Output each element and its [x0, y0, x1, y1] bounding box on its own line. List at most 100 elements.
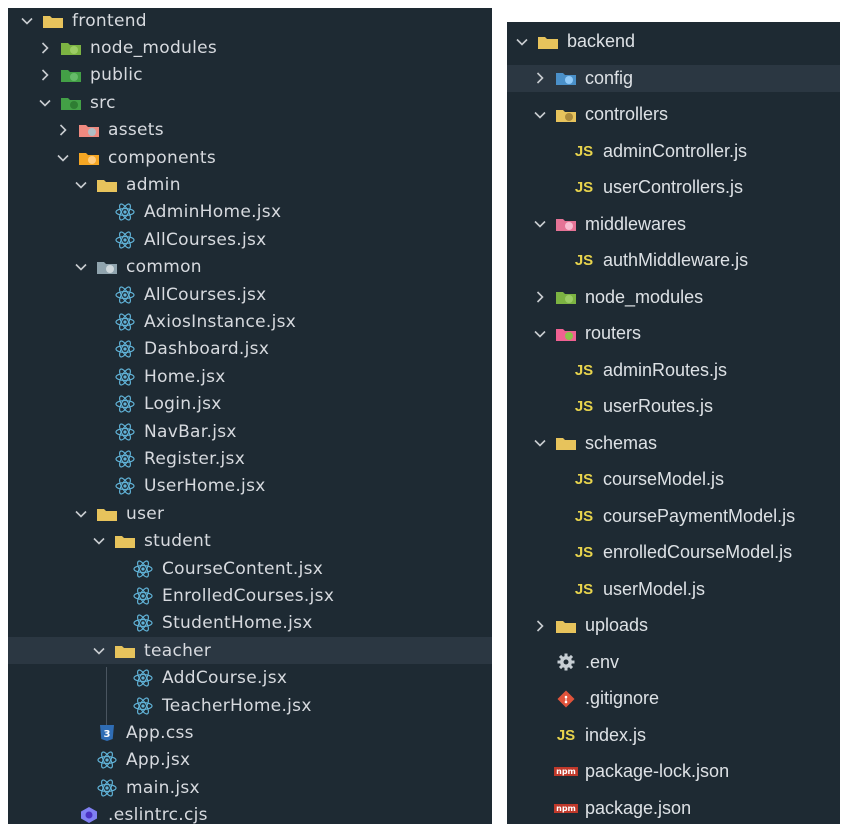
chevron-right-icon[interactable] [36, 39, 54, 57]
chevron-right-icon[interactable] [54, 121, 72, 139]
file-row[interactable]: main.jsx [8, 774, 492, 801]
file-row[interactable]: Register.jsx [8, 445, 492, 472]
folder-label: src [90, 92, 116, 113]
chevron-down-icon[interactable] [72, 258, 90, 276]
folder-label: controllers [585, 104, 669, 124]
file-row[interactable]: CourseContent.jsx [8, 555, 492, 582]
file-row[interactable]: UserHome.jsx [8, 473, 492, 500]
file-row[interactable]: JS index.js [507, 722, 840, 749]
folder-row[interactable]: routers [507, 320, 840, 347]
folder-src-icon [60, 94, 82, 112]
folder-label: student [144, 531, 212, 552]
chevron-right-icon[interactable] [531, 69, 549, 87]
chevron-down-icon[interactable] [72, 505, 90, 523]
folder-row[interactable]: schemas [507, 430, 840, 457]
folder-row[interactable]: backend [507, 28, 840, 55]
file-row[interactable]: .env [507, 649, 840, 676]
chevron-down-icon[interactable] [531, 325, 549, 343]
folder-label: middlewares [585, 213, 687, 234]
js-icon: JS [574, 398, 594, 415]
folder-routers-icon [555, 325, 577, 343]
folder-row[interactable]: src [8, 89, 492, 116]
file-row[interactable]: StudentHome.jsx [8, 610, 492, 637]
js-icon: JS [574, 361, 594, 379]
file-row[interactable]: JS userModel.js [507, 576, 840, 603]
file-row[interactable]: JS coursePaymentModel.js [507, 503, 840, 530]
chevron-down-icon[interactable] [90, 642, 108, 660]
chevron-down-icon[interactable] [531, 434, 549, 452]
folder-controllers-icon [555, 106, 577, 124]
folder-row[interactable]: teacher [8, 637, 492, 665]
folder-row[interactable]: user [8, 500, 492, 527]
git-icon [555, 690, 577, 708]
folder-row[interactable]: admin [8, 171, 492, 198]
chevron-right-icon[interactable] [531, 617, 549, 635]
folder-row[interactable]: uploads [507, 612, 840, 639]
file-label: main.jsx [126, 777, 200, 798]
file-row[interactable]: .eslintrc.cjs [8, 802, 492, 824]
folder-label: assets [108, 120, 164, 141]
file-row[interactable]: JS userRoutes.js [507, 393, 840, 420]
file-label: EnrolledCourses.jsx [162, 585, 335, 606]
folder-row[interactable]: common [8, 254, 492, 281]
folder-row[interactable]: assets [8, 117, 492, 144]
file-label: enrolledCourseModel.js [603, 542, 793, 562]
folder-row[interactable]: middlewares [507, 211, 840, 238]
file-row[interactable]: JS authMiddleware.js [507, 247, 840, 274]
chevron-down-icon[interactable] [36, 94, 54, 112]
folder-icon [114, 532, 136, 550]
folder-row[interactable]: frontend [8, 8, 492, 34]
file-row[interactable]: JS adminRoutes.js [507, 357, 840, 384]
folder-row[interactable]: student [8, 528, 492, 555]
chevron-down-icon[interactable] [513, 33, 531, 51]
file-row[interactable]: 3 App.css [8, 719, 492, 746]
file-label: index.js [585, 724, 647, 745]
file-row[interactable]: NavBar.jsx [8, 418, 492, 445]
chevron-down-icon[interactable] [18, 12, 36, 30]
file-row[interactable]: AddCourse.jsx [8, 665, 492, 692]
file-row[interactable]: JS enrolledCourseModel.js [507, 539, 840, 566]
file-row[interactable]: .gitignore [507, 685, 840, 712]
file-row[interactable]: npm package.json [507, 795, 840, 822]
react-icon [114, 203, 136, 221]
chevron-down-icon[interactable] [531, 215, 549, 233]
file-row[interactable]: JS userControllers.js [507, 174, 840, 201]
file-label: Dashboard.jsx [144, 339, 270, 360]
folder-row[interactable]: controllers [507, 101, 840, 128]
file-row[interactable]: AxiosInstance.jsx [8, 308, 492, 335]
frontend-explorer: frontend node_modulespublic src assets compo… [8, 8, 492, 824]
chevron-down-icon[interactable] [54, 149, 72, 167]
file-label: AxiosInstance.jsx [144, 311, 297, 332]
chevron-right-icon[interactable] [36, 66, 54, 84]
file-row[interactable]: TeacherHome.jsx [8, 692, 492, 719]
chevron-down-icon[interactable] [72, 176, 90, 194]
folder-row[interactable]: public [8, 62, 492, 89]
file-row[interactable]: Dashboard.jsx [8, 336, 492, 363]
file-label: Login.jsx [144, 394, 222, 415]
folder-row[interactable]: node_modules [8, 34, 492, 61]
file-row[interactable]: JS courseModel.js [507, 466, 840, 493]
file-row[interactable]: Home.jsx [8, 363, 492, 390]
chevron-down-icon[interactable] [90, 532, 108, 550]
file-row[interactable]: AdminHome.jsx [8, 199, 492, 226]
folder-icon [555, 617, 577, 635]
js-icon: JS [574, 142, 594, 160]
folder-label: config [585, 67, 634, 88]
file-label: TeacherHome.jsx [162, 695, 312, 716]
folder-row[interactable]: components [8, 144, 492, 171]
js-icon: JS [556, 726, 576, 744]
folder-row[interactable]: config [507, 64, 840, 92]
file-row[interactable]: AllCourses.jsx [8, 226, 492, 253]
file-row[interactable]: EnrolledCourses.jsx [8, 582, 492, 609]
file-row[interactable]: AllCourses.jsx [8, 281, 492, 308]
file-row[interactable]: App.jsx [8, 747, 492, 774]
folder-row[interactable]: node_modules [507, 284, 840, 311]
react-icon [96, 751, 118, 769]
react-icon [114, 477, 136, 495]
file-row[interactable]: Login.jsx [8, 391, 492, 418]
file-row[interactable]: JS adminController.js [507, 138, 840, 165]
chevron-right-icon[interactable] [531, 288, 549, 306]
file-row[interactable]: npm package-lock.json [507, 758, 840, 785]
chevron-down-icon[interactable] [531, 106, 549, 124]
folder-label: public [90, 65, 143, 86]
